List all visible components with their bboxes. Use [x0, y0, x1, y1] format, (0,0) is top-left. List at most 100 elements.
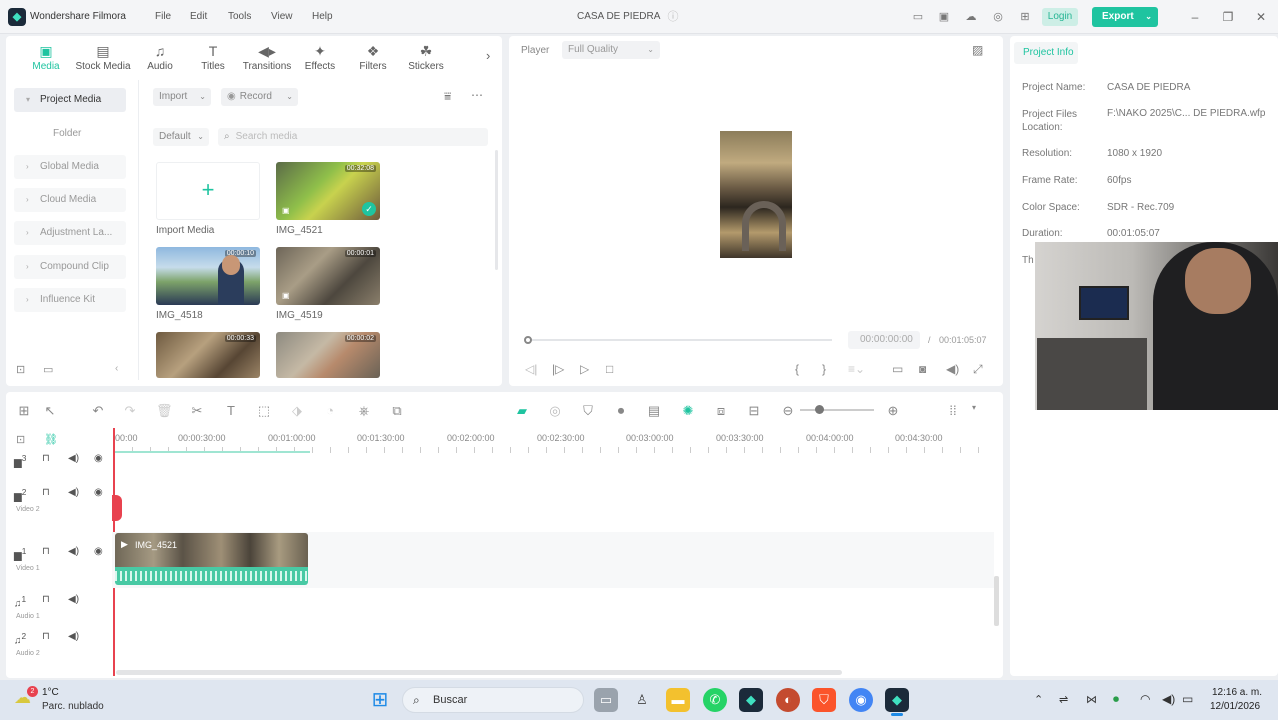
color-icon[interactable]: ◔	[322, 403, 338, 418]
media-thumbnail[interactable]: 00:00:01 ▣	[276, 247, 380, 305]
minimize-icon[interactable]: –	[1188, 10, 1202, 24]
battery-icon[interactable]: ▭	[1182, 692, 1193, 706]
keyframe-icon[interactable]: ⧉	[389, 403, 405, 419]
tray-settings-icon[interactable]: ⇌	[1059, 693, 1068, 706]
wifi-icon[interactable]: ◠	[1140, 692, 1150, 706]
sidebar-item-project-media[interactable]: ▾ Project Media	[14, 88, 126, 112]
camera-icon[interactable]: ◙	[919, 362, 926, 376]
filmora-active-icon[interactable]: ◆	[885, 688, 909, 712]
lock-icon[interactable]: ⊓	[42, 453, 50, 464]
crop-icon[interactable]: ⬚	[256, 403, 272, 419]
search-input[interactable]: ⌕ Search media	[218, 128, 488, 146]
headset-icon[interactable]: ◎	[991, 10, 1005, 24]
sidebar-item-influence-kit[interactable]: › Influence Kit	[14, 288, 126, 312]
import-media-tile[interactable]: +	[156, 162, 260, 220]
cloud-icon[interactable]: ☁	[964, 10, 978, 24]
tab-stickers[interactable]: ☘ Stickers	[398, 42, 454, 72]
lock-icon[interactable]: ⊓	[42, 546, 50, 557]
playhead-marker[interactable]	[112, 495, 122, 521]
chevron-right-icon[interactable]: ›	[486, 48, 490, 63]
menu-tools[interactable]: Tools	[228, 11, 251, 22]
record-dropdown[interactable]: ◉ Record ⌄	[221, 88, 298, 106]
volume-icon[interactable]: ◀)	[68, 546, 79, 557]
volume-icon[interactable]: ◀)	[946, 362, 959, 376]
sidebar-item-folder[interactable]: Folder	[53, 128, 81, 139]
restore-icon[interactable]: ❐	[1221, 10, 1235, 24]
tab-media[interactable]: ▣ Media	[18, 42, 74, 72]
voice-icon[interactable]: ▤	[646, 403, 662, 419]
stop-icon[interactable]: □	[606, 362, 613, 376]
speaker-icon[interactable]: ◀)	[1162, 692, 1175, 706]
layout-grid-icon[interactable]: ⊞	[16, 403, 32, 419]
lock-icon[interactable]: ⊓	[42, 487, 50, 498]
play-icon[interactable]: ▷	[580, 362, 589, 376]
menu-file[interactable]: File	[155, 11, 171, 22]
zoom-out-icon[interactable]: ⊖	[780, 403, 796, 419]
zoom-slider-track[interactable]	[800, 409, 874, 411]
select-tool-icon[interactable]: ↖	[42, 403, 58, 419]
quality-dropdown[interactable]: Full Quality ⌄	[562, 41, 660, 59]
scrollbar[interactable]	[495, 150, 498, 270]
media-thumbnail[interactable]: 00:00:02	[276, 332, 380, 378]
taskbar-search[interactable]: ⌕ Buscar	[402, 687, 584, 713]
video-clip[interactable]: ▶ IMG_4521	[115, 533, 308, 567]
sidebar-item-adjustment-layer[interactable]: › Adjustment La...	[14, 221, 126, 245]
prev-frame-icon[interactable]: ◁|	[525, 362, 537, 376]
sidebar-item-cloud-media[interactable]: › Cloud Media	[14, 188, 126, 212]
filmora-taskbar-icon[interactable]: ◆	[739, 688, 763, 712]
sort-dropdown[interactable]: Default ⌄	[153, 128, 209, 146]
zoom-in-icon[interactable]: ⊕	[885, 403, 901, 419]
menu-edit[interactable]: Edit	[190, 11, 207, 22]
export-button[interactable]: Export ⌄	[1092, 7, 1158, 27]
chevron-down-icon[interactable]: ▾	[966, 403, 982, 412]
media-thumbnail[interactable]: 00:00:10	[156, 247, 260, 305]
brave-icon[interactable]: ⛉	[812, 688, 836, 712]
tab-project-info[interactable]: Project Info	[1014, 42, 1078, 64]
more-icon[interactable]: ⋯	[471, 88, 483, 102]
speed-icon[interactable]: ⎈	[356, 403, 372, 419]
undo-icon[interactable]: ↶	[90, 403, 106, 419]
menu-view[interactable]: View	[271, 11, 293, 22]
play-back-icon[interactable]: |▷	[552, 362, 564, 376]
lock-icon[interactable]: ⊓	[42, 594, 50, 605]
link-icon[interactable]: ⛓	[44, 433, 58, 446]
mark-out-icon[interactable]: }	[822, 362, 826, 376]
lock-icon[interactable]: ⊓	[42, 631, 50, 642]
volume-icon[interactable]: ◀)	[68, 453, 79, 464]
ai-icon[interactable]: ✺	[680, 403, 696, 419]
tab-titles[interactable]: T Titles	[185, 42, 241, 72]
microphone-icon[interactable]: ⏺	[613, 403, 629, 419]
marker-menu-icon[interactable]: ≡⌄	[848, 362, 865, 376]
tray-app-icon[interactable]: ⋈	[1086, 693, 1097, 706]
horizontal-scrollbar[interactable]	[116, 670, 842, 675]
media-thumbnail[interactable]: 00:32:08 ✓ ▣	[276, 162, 380, 220]
delete-icon[interactable]: 🗑	[156, 403, 173, 419]
grid-icon[interactable]: ⊞	[1018, 10, 1032, 24]
eye-icon[interactable]: ◉	[94, 453, 103, 464]
text-tool-icon[interactable]: T	[223, 403, 239, 418]
tab-filters[interactable]: ❖ Filters	[345, 42, 401, 72]
file-explorer-icon[interactable]: ▬	[666, 688, 690, 712]
task-view-icon[interactable]: ▭	[594, 688, 618, 712]
transform-icon[interactable]: ⬗	[289, 403, 305, 419]
vertical-scrollbar[interactable]	[994, 576, 999, 626]
media-thumbnail[interactable]: 00:00:33	[156, 332, 260, 378]
render-icon[interactable]: ▰	[514, 403, 530, 419]
auto-ripple-icon[interactable]: ◎	[547, 403, 563, 419]
display-icon[interactable]: ▭	[892, 362, 903, 376]
progress-track[interactable]	[528, 339, 832, 341]
redo-icon[interactable]: ↷	[122, 403, 138, 419]
chevron-up-icon[interactable]: ⌃	[1034, 693, 1043, 706]
info-icon[interactable]: ⓘ	[666, 10, 680, 24]
volume-icon[interactable]: ◀)	[68, 487, 79, 498]
grid-view-icon[interactable]: ⁞⁞	[945, 403, 961, 418]
new-folder-icon[interactable]: ⊡	[16, 363, 25, 376]
mark-in-icon[interactable]: {	[795, 362, 799, 376]
volume-icon[interactable]: ◀)	[68, 631, 79, 642]
import-dropdown[interactable]: Import ⌄	[153, 88, 211, 106]
microphone-tray-icon[interactable]: ⏺	[1113, 692, 1119, 707]
eye-icon[interactable]: ◉	[94, 487, 103, 498]
tab-audio[interactable]: ♫ Audio	[132, 42, 188, 72]
tab-effects[interactable]: ✦ Effects	[292, 42, 348, 72]
app-icon[interactable]: ♙	[630, 688, 654, 712]
